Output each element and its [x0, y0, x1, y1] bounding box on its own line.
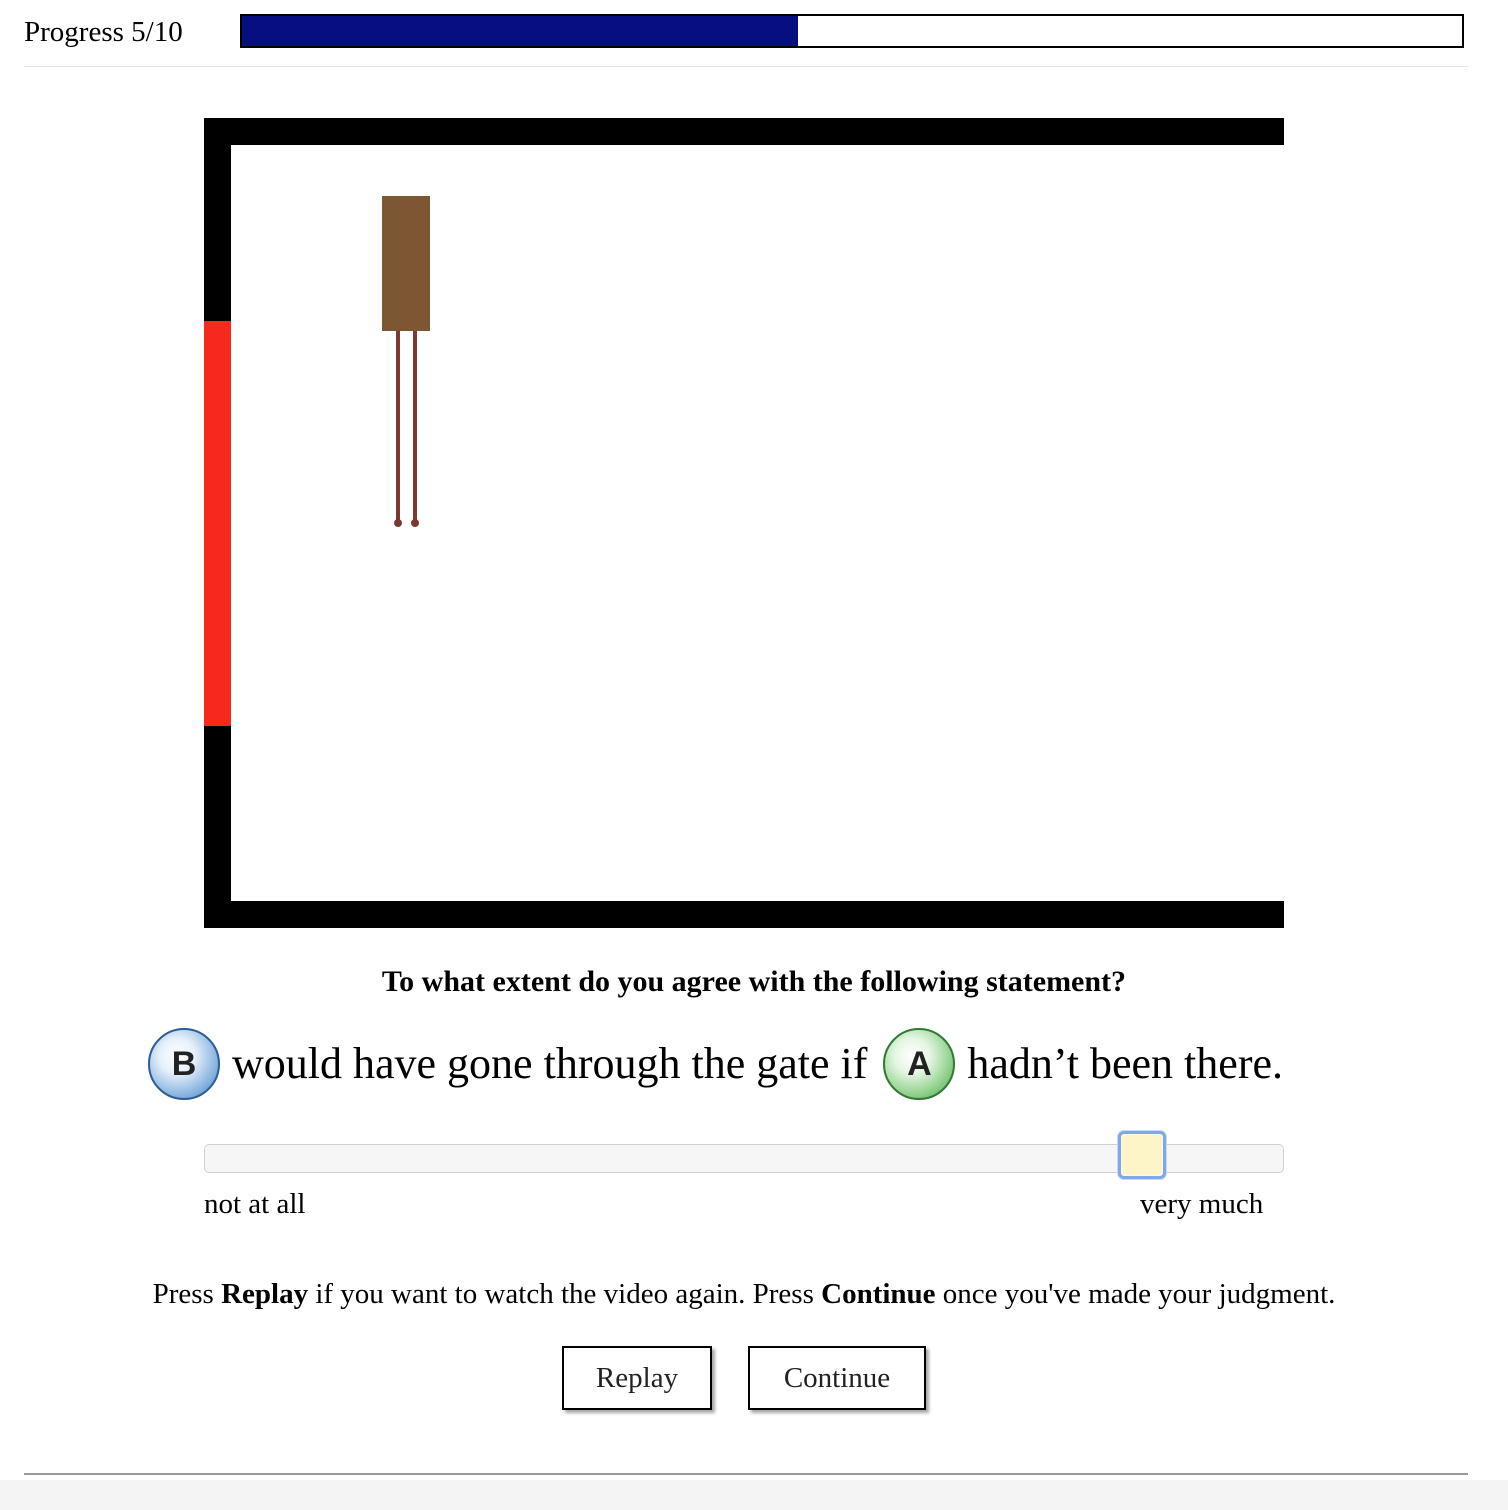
gate	[204, 321, 231, 726]
instructions: Press Replay if you want to watch the vi…	[0, 1276, 1488, 1312]
block-foot-left	[394, 519, 402, 527]
progress-bar	[240, 14, 1464, 48]
statement-end-text: hadn’t been there.	[967, 1039, 1283, 1088]
top-wall	[204, 118, 1284, 145]
instructions-mid: if you want to watch the video again. Pr…	[315, 1278, 814, 1310]
replay-button[interactable]: Replay	[562, 1346, 712, 1410]
video-stage	[204, 118, 1284, 928]
instructions-end: once you've made your judgment.	[942, 1278, 1336, 1310]
bottom-wall	[204, 901, 1284, 928]
instructions-continue-word: Continue	[821, 1278, 936, 1310]
progress-bar-fill	[242, 16, 799, 46]
slider-min-label: not at all	[204, 1188, 306, 1220]
continue-button[interactable]: Continue	[748, 1346, 926, 1410]
footer-divider	[24, 1473, 1468, 1475]
scene-background	[204, 118, 1284, 928]
footer-strip	[0, 1480, 1508, 1510]
block-foot-right	[411, 519, 419, 527]
left-wall-lower	[204, 725, 231, 928]
instructions-press-1: Press	[152, 1278, 214, 1310]
progress-label: Progress 5/10	[24, 16, 183, 48]
ball-b-letter: B	[171, 1044, 197, 1083]
brick-block	[382, 196, 430, 331]
slider-handle[interactable]	[1117, 1131, 1166, 1179]
statement: B would have gone through the gate if A …	[148, 1024, 1283, 1104]
scene-svg	[204, 118, 1284, 928]
header-divider	[24, 66, 1468, 67]
ball-a-icon: A	[883, 1028, 956, 1100]
slider-max-label: very much	[1140, 1188, 1264, 1220]
ball-a-letter: A	[907, 1044, 932, 1083]
ball-b-icon: B	[148, 1028, 220, 1100]
question-heading: To what extent do you agree with the fol…	[381, 965, 1127, 998]
instructions-replay-word: Replay	[221, 1278, 309, 1310]
statement-middle-text: would have gone through the gate if	[232, 1039, 868, 1088]
page: Progress 5/10 To what extent do you agre…	[0, 0, 1508, 1510]
left-wall-upper	[204, 118, 231, 322]
